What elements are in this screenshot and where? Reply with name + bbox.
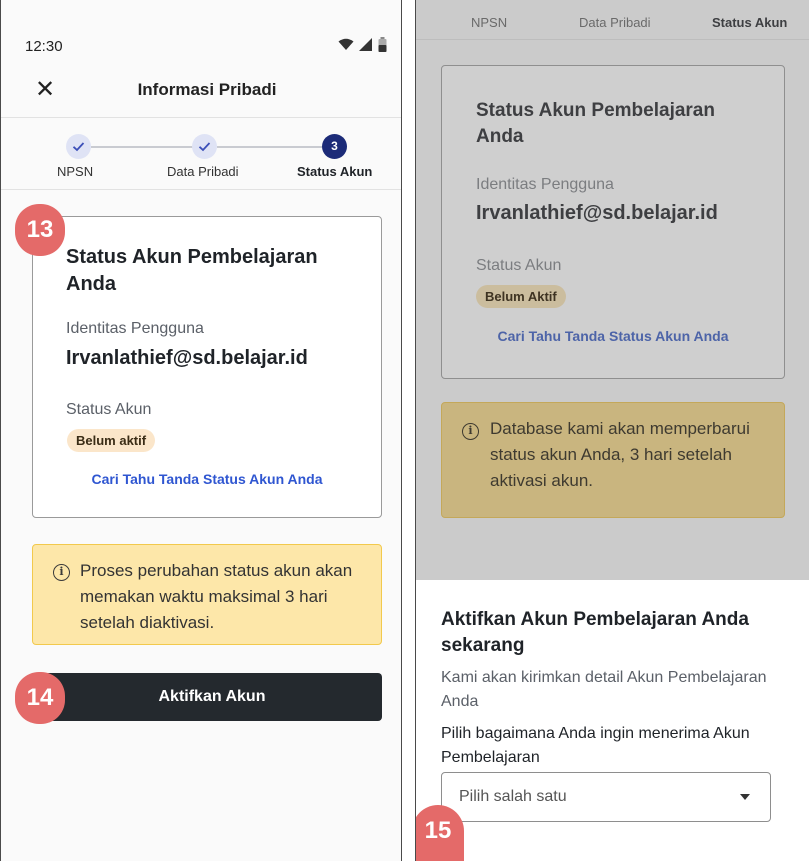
info-icon: i	[53, 564, 70, 581]
step-status-akun-number: 3	[322, 134, 347, 159]
step-label-data-pribadi: Data Pribadi	[167, 164, 239, 179]
dim-status-label: Status Akun	[476, 257, 562, 274]
signal-icon	[359, 38, 372, 51]
activate-account-button[interactable]: Aktifkan Akun	[32, 673, 382, 721]
dim-info-text: Database kami akan memperbarui status ak…	[490, 419, 750, 490]
battery-icon	[378, 37, 387, 52]
info-banner: i Proses perubahan status akun akan mema…	[32, 544, 382, 645]
dim-card-title: Status Akun Pembelajaran Anda	[476, 100, 715, 147]
stepper-connector	[217, 146, 324, 148]
status-label: Status Akun	[66, 401, 152, 418]
step-label-npsn: NPSN	[57, 164, 94, 179]
step-data-pribadi-check-icon	[192, 134, 217, 159]
page-title: Informasi Pribadi	[137, 80, 277, 99]
status-info-link[interactable]: Cari Tahu Tanda Status Akun Anda	[33, 471, 381, 487]
dim-status-badge: Belum Aktif	[476, 285, 566, 308]
sheet-title: Aktifkan Akun Pembelajaran Anda sekarang	[441, 609, 749, 656]
stepper-divider	[416, 39, 809, 40]
dim-status-info-link: Cari Tahu Tanda Status Akun Anda	[497, 328, 729, 344]
dim-step-label-npsn: NPSN	[471, 15, 508, 30]
dim-identity-label: Identitas Pengguna	[476, 176, 614, 193]
bottom-sheet: Aktifkan Akun Pembelajaran Anda sekarang…	[416, 580, 809, 861]
identity-label: Identitas Pengguna	[66, 320, 204, 337]
wifi-icon	[338, 38, 354, 50]
step-label-status-akun: Status Akun	[297, 164, 373, 179]
status-badge: Belum aktif	[67, 429, 156, 452]
marker-13: 13	[15, 204, 65, 256]
stepper: 3 NPSN Data Pribadi Status Akun	[1, 118, 401, 190]
dim-info-banner: i Database kami akan memperbarui status …	[441, 402, 785, 518]
dimmed-background: NPSN Data Pribadi Status Akun Status Aku…	[416, 0, 809, 580]
delivery-method-select[interactable]: Pilih salah satu	[441, 772, 771, 822]
status-time: 12:30	[25, 38, 63, 55]
chevron-down-icon	[740, 794, 750, 800]
app-bar: ✕ Informasi Pribadi	[1, 62, 401, 118]
dim-identity-value: Irvanlathief@sd.belajar.id	[476, 202, 718, 224]
info-text: Proses perubahan status akun akan memaka…	[80, 561, 353, 632]
select-label: Pilih bagaimana Anda ingin menerima Akun…	[441, 725, 750, 766]
status-bar: 12:30	[1, 0, 401, 62]
info-icon: i	[462, 423, 479, 440]
step-npsn-check-icon	[66, 134, 91, 159]
dim-step-label-data-pribadi: Data Pribadi	[579, 15, 651, 30]
marker-14: 14	[15, 672, 65, 724]
identity-value: Irvanlathief@sd.belajar.id	[66, 347, 308, 369]
status-icons	[338, 37, 387, 52]
left-phone-screen: 12:30 ✕ Informasi Pribadi 3 NPSN Data Pr…	[0, 0, 402, 861]
select-value: Pilih salah satu	[459, 788, 567, 805]
sheet-description: Kami akan kirimkan detail Akun Pembelaja…	[441, 669, 767, 710]
account-status-card: Status Akun Pembelajaran Anda Identitas …	[32, 216, 382, 518]
dim-step-label-status-akun: Status Akun	[712, 15, 788, 30]
marker-15: 15	[416, 805, 464, 861]
right-phone-screen: NPSN Data Pribadi Status Akun Status Aku…	[415, 0, 809, 861]
dim-account-status-card: Status Akun Pembelajaran Anda Identitas …	[441, 65, 785, 379]
card-title: Status Akun Pembelajaran Anda	[66, 246, 318, 295]
stepper-connector	[91, 146, 194, 148]
